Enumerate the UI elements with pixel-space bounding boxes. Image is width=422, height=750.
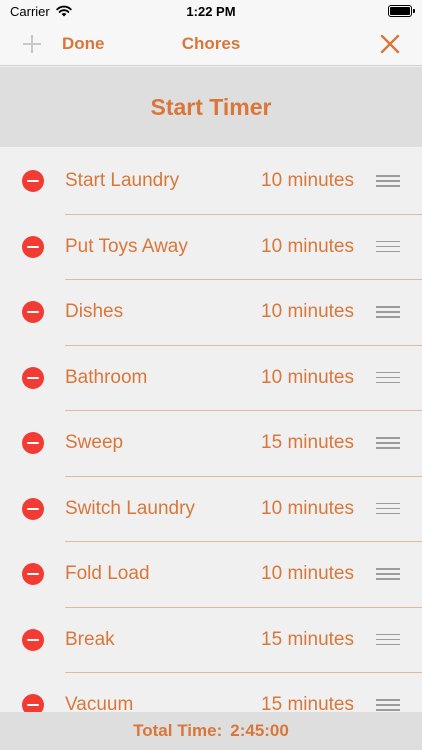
drag-handle-line <box>376 245 400 247</box>
drag-handle-icon[interactable] <box>376 240 400 253</box>
table-row[interactable]: Vacuum 15 minutes <box>0 673 422 712</box>
drag-handle-line <box>376 175 400 177</box>
drag-handle-line <box>376 381 400 383</box>
drag-handle-icon[interactable] <box>376 175 400 187</box>
drag-handle-line <box>376 442 400 444</box>
chore-duration[interactable]: 10 minutes <box>261 301 354 323</box>
chore-duration[interactable]: 15 minutes <box>261 432 354 454</box>
drag-handle-line <box>376 311 400 313</box>
delete-icon[interactable] <box>22 694 44 712</box>
delete-icon[interactable] <box>22 301 44 323</box>
drag-handle-line <box>376 638 400 640</box>
drag-handle-icon[interactable] <box>376 306 400 318</box>
chore-duration[interactable]: 10 minutes <box>261 563 354 585</box>
drag-handle-line <box>376 568 400 570</box>
drag-handle-icon[interactable] <box>376 502 400 515</box>
chore-duration[interactable]: 10 minutes <box>261 170 354 192</box>
drag-handle-line <box>376 447 400 449</box>
chore-name: Start Laundry <box>65 170 180 191</box>
drag-handle-icon[interactable] <box>376 568 400 580</box>
status-left: Carrier <box>10 4 72 19</box>
chore-duration[interactable]: 15 minutes <box>261 629 354 651</box>
chore-name: Put Toys Away <box>65 235 188 257</box>
chore-name: Fold Load <box>65 563 150 584</box>
chore-list: Start Laundry 10 minutes Put Toys Away 10 m… <box>0 149 422 712</box>
drag-handle-line <box>376 306 400 308</box>
chore-duration[interactable]: 10 minutes <box>261 498 354 520</box>
drag-handle-line <box>376 578 400 580</box>
wifi-icon <box>56 5 72 17</box>
drag-handle-line <box>376 240 400 242</box>
delete-icon[interactable] <box>22 563 44 585</box>
delete-icon[interactable] <box>22 497 44 520</box>
drag-handle-line <box>376 376 400 378</box>
drag-handle-line <box>376 502 400 504</box>
carrier-label: Carrier <box>10 3 50 19</box>
chore-name: Bathroom <box>65 366 148 388</box>
drag-handle-line <box>376 573 400 575</box>
chore-name: Vacuum <box>65 694 134 712</box>
drag-handle-line <box>376 699 400 701</box>
table-row[interactable]: Bathroom 10 minutes <box>0 346 422 412</box>
battery-icon <box>388 5 415 17</box>
status-bar: Carrier 1:22 PM <box>0 0 422 22</box>
chore-name: Break <box>65 628 115 650</box>
drag-handle-line <box>376 180 400 182</box>
table-row[interactable]: Fold Load 10 minutes <box>0 542 422 608</box>
plus-icon[interactable] <box>20 32 44 56</box>
delete-icon[interactable] <box>22 366 44 389</box>
delete-icon[interactable] <box>22 170 44 192</box>
chore-duration[interactable]: 15 minutes <box>261 694 354 712</box>
drag-handle-line <box>376 512 400 514</box>
delete-icon[interactable] <box>22 628 44 651</box>
drag-handle-line <box>376 709 400 711</box>
start-timer-button[interactable]: Start Timer <box>0 67 422 147</box>
drag-handle-line <box>376 704 400 706</box>
total-time-label: Total Time: <box>133 721 223 740</box>
chore-name: Sweep <box>65 432 124 453</box>
drag-handle-line <box>376 633 400 635</box>
drag-handle-line <box>376 643 400 645</box>
table-row[interactable]: Break 15 minutes <box>0 608 422 674</box>
drag-handle-line <box>376 250 400 252</box>
chore-duration[interactable]: 10 minutes <box>261 236 354 258</box>
drag-handle-icon[interactable] <box>376 371 400 384</box>
table-row[interactable]: Start Laundry 10 minutes <box>0 149 422 215</box>
table-row[interactable]: Switch Laundry 10 minutes <box>0 477 422 543</box>
chore-name: Switch Laundry <box>65 497 195 519</box>
done-button[interactable]: Done <box>62 34 105 54</box>
total-time-value: 2:45:00 <box>230 721 289 740</box>
drag-handle-icon[interactable] <box>376 699 400 711</box>
chore-name: Dishes <box>65 301 124 322</box>
nav-title: Chores <box>181 34 241 53</box>
drag-handle-line <box>376 185 400 187</box>
drag-handle-line <box>376 507 400 509</box>
drag-handle-icon[interactable] <box>376 633 400 646</box>
chore-duration[interactable]: 10 minutes <box>261 367 354 389</box>
table-row[interactable]: Sweep 15 minutes <box>0 411 422 477</box>
drag-handle-line <box>376 371 400 373</box>
nav-bar: Done Chores <box>0 22 422 66</box>
drag-handle-icon[interactable] <box>376 437 400 449</box>
drag-handle-line <box>376 437 400 439</box>
delete-icon[interactable] <box>22 235 44 258</box>
drag-handle-line <box>376 316 400 318</box>
delete-icon[interactable] <box>22 432 44 454</box>
table-row[interactable]: Dishes 10 minutes <box>0 280 422 346</box>
close-icon[interactable] <box>378 32 402 56</box>
battery-fill <box>390 7 410 15</box>
table-row[interactable]: Put Toys Away 10 minutes <box>0 215 422 281</box>
total-time-footer: Total Time: 2:45:00 <box>0 712 422 750</box>
